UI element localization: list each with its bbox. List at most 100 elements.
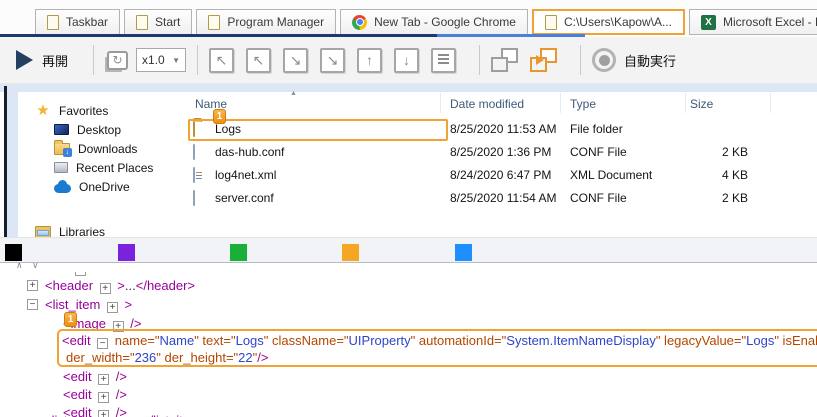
sidebar-item-label: Desktop bbox=[77, 123, 121, 137]
column-separator[interactable] bbox=[770, 93, 771, 113]
toggle-plus-icon[interactable]: + bbox=[98, 374, 109, 385]
taskbar-swatch-3[interactable] bbox=[230, 244, 247, 261]
tree-node-edit-node-selected[interactable]: <edit − name="Name" text="Logs" classNam… bbox=[57, 329, 817, 367]
document-icon[interactable] bbox=[431, 48, 456, 73]
taskbar-swatch-2[interactable] bbox=[118, 244, 135, 261]
file-date-modified: 8/24/2020 6:47 PM bbox=[450, 168, 551, 182]
explorer-sidebar: ★ Favorites Desktop Downloads Recent Places O… bbox=[18, 92, 185, 237]
column-separator[interactable] bbox=[685, 93, 686, 113]
sidebar-item-onedrive[interactable]: OneDrive bbox=[18, 177, 185, 196]
xml-file-icon bbox=[193, 167, 195, 183]
tree-node-text: <edit + /> bbox=[63, 387, 127, 403]
window-left-edge bbox=[4, 86, 7, 238]
column-separator[interactable] bbox=[440, 93, 441, 113]
resume-play-icon[interactable] bbox=[16, 50, 33, 70]
tree-node-edit-node-3[interactable]: <edit + /> bbox=[0, 387, 817, 405]
resume-label[interactable]: 再開 bbox=[42, 51, 68, 70]
toolbar: 再開 ↻ x1.0 ▼ ↖ ↖ ↘ ↘ ↑ ↓ 自動実行 bbox=[0, 37, 817, 84]
file-row-server-conf[interactable]: server.conf8/25/2020 11:54 AMCONF File2 … bbox=[185, 187, 817, 210]
sidebar-item-desktop[interactable]: Desktop bbox=[18, 120, 185, 139]
star-icon: ★ bbox=[35, 103, 51, 118]
ui-element-tree: <list + >+<header + >...</header>−<list_… bbox=[0, 272, 817, 417]
tree-node-edit-node-2[interactable]: <edit + /> bbox=[0, 369, 817, 387]
toggle-minus-icon[interactable]: − bbox=[27, 299, 38, 310]
duplicate-window-icon[interactable] bbox=[491, 48, 518, 72]
tree-text-attr: " className=" bbox=[264, 333, 349, 348]
taskbar-swatch-5[interactable] bbox=[455, 244, 472, 261]
excel-icon: X bbox=[701, 15, 716, 30]
sidebar-item-recent-places[interactable]: Recent Places bbox=[18, 158, 185, 177]
move-up-icon[interactable]: ↑ bbox=[357, 48, 382, 73]
selection-badge: 1 bbox=[213, 109, 226, 124]
toggle-minus-icon[interactable]: − bbox=[97, 338, 108, 349]
record-icon[interactable] bbox=[592, 48, 616, 72]
column-separator[interactable] bbox=[560, 93, 561, 113]
tab-new-tab-google-chrome[interactable]: New Tab - Google Chrome bbox=[340, 9, 528, 35]
file-row-log4net-xml[interactable]: log4net.xml8/24/2020 6:47 PMXML Document… bbox=[185, 164, 817, 187]
tab-microsoft-excel-book1-xlsx[interactable]: X Microsoft Excel - Book1.xlsx bbox=[689, 9, 817, 35]
tree-text-plain: ... bbox=[131, 413, 142, 417]
collapse-up-icon[interactable]: ∧ bbox=[16, 260, 23, 271]
taskbar-swatch-1[interactable] bbox=[5, 244, 22, 261]
move-up-left-icon[interactable]: ↖ bbox=[246, 48, 271, 73]
move-down-icon[interactable]: ↓ bbox=[394, 48, 419, 73]
toggle-plus-icon[interactable]: + bbox=[107, 302, 118, 313]
move-top-left-icon[interactable]: ↖ bbox=[209, 48, 234, 73]
tree-text-attr: name=" bbox=[111, 333, 159, 348]
tree-node-badge: 1 bbox=[64, 312, 77, 327]
zoom-value: x1.0 bbox=[142, 53, 165, 67]
sidebar-item-label: Favorites bbox=[59, 104, 108, 118]
tree-node-list-item-node[interactable]: −<list_item + > bbox=[0, 297, 817, 315]
tree-text-val: Name bbox=[160, 333, 195, 348]
tree-text-tag: <header bbox=[45, 278, 97, 293]
toggle-plus-icon[interactable]: + bbox=[100, 283, 111, 294]
duplicate-window-active-icon[interactable] bbox=[530, 48, 557, 72]
file-row-das-hub-conf[interactable]: das-hub.conf8/25/2020 1:36 PMCONF File2 … bbox=[185, 141, 817, 164]
desktop-icon bbox=[54, 124, 69, 135]
tab-label: Microsoft Excel - Book1.xlsx bbox=[723, 15, 817, 29]
tab-c-users-kapow-a[interactable]: C:\Users\Kapow\A... bbox=[532, 9, 685, 35]
tree-text-attr: " automationId=" bbox=[411, 333, 507, 348]
desktop-background-top bbox=[0, 84, 817, 92]
move-down-right-alt-icon[interactable]: ↘ bbox=[320, 48, 345, 73]
tree-text-attr: der_width=" bbox=[66, 350, 135, 365]
tree-text-tag: > bbox=[114, 278, 125, 293]
sidebar-item-favorites[interactable]: ★ Favorites bbox=[18, 101, 185, 120]
toggle-plus-icon[interactable]: + bbox=[98, 392, 109, 403]
device-screen: ★ Favorites Desktop Downloads Recent Places O… bbox=[0, 84, 817, 262]
tab-start[interactable]: Start bbox=[124, 9, 192, 35]
tree-text-tag: /> bbox=[112, 387, 127, 402]
collapse-down-icon[interactable]: ∨ bbox=[32, 260, 39, 271]
taskbar-swatch-4[interactable] bbox=[342, 244, 359, 261]
file-date-modified: 8/25/2020 11:53 AM bbox=[450, 122, 557, 136]
column-header-date-modified[interactable]: Date modified bbox=[450, 97, 524, 111]
device-automation-window: Taskbar Start Program ManagerNew Tab - Goo… bbox=[0, 0, 817, 417]
move-down-right-icon[interactable]: ↘ bbox=[283, 48, 308, 73]
column-header-size[interactable]: Size bbox=[690, 97, 713, 111]
tree-text-plain: ... bbox=[125, 278, 136, 293]
tree-node-line-1: <edit − name="Name" text="Logs" classNam… bbox=[62, 332, 817, 349]
tab-label: Start bbox=[155, 15, 180, 29]
tab-taskbar[interactable]: Taskbar bbox=[35, 9, 120, 35]
toggle-plus-icon[interactable]: + bbox=[27, 280, 38, 291]
libraries-folder-icon bbox=[35, 226, 51, 238]
tree-text-tag: <edit bbox=[63, 387, 95, 402]
file-icon bbox=[193, 144, 195, 160]
desktop-background-left bbox=[7, 84, 18, 237]
autorun-label[interactable]: 自動実行 bbox=[624, 51, 676, 70]
tab-program-manager[interactable]: Program Manager bbox=[196, 9, 336, 35]
tree-node-parent-partial: <list + > bbox=[45, 272, 345, 277]
pane-splitter[interactable]: ∧ ∨ bbox=[0, 262, 817, 272]
tree-node-header-node[interactable]: +<header + >...</header> bbox=[0, 278, 817, 296]
tree-node-text: <header + >...</header> bbox=[45, 278, 195, 294]
onedrive-cloud-icon bbox=[54, 184, 71, 193]
tree-text-tag: > bbox=[121, 297, 132, 312]
zoom-select[interactable]: x1.0 ▼ bbox=[136, 48, 186, 72]
sidebar-item-label: Recent Places bbox=[76, 161, 153, 175]
capture-refresh-icon[interactable]: ↻ bbox=[107, 51, 128, 70]
chevron-down-icon: ▼ bbox=[172, 56, 180, 65]
sidebar-item-downloads[interactable]: Downloads bbox=[18, 139, 185, 158]
column-header-type[interactable]: Type bbox=[570, 97, 596, 111]
toggle-plus-icon[interactable]: + bbox=[75, 272, 86, 276]
page-icon bbox=[545, 15, 557, 30]
